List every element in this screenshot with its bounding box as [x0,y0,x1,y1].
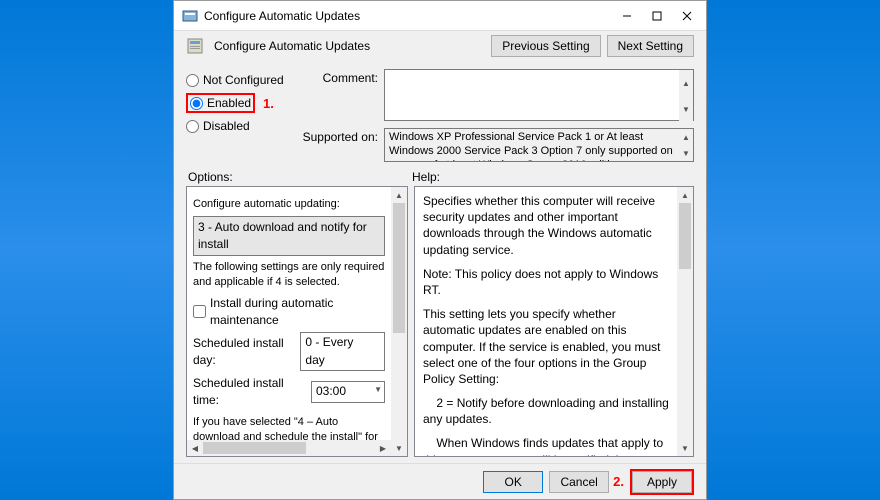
install-time-value: 03:00 [316,384,346,398]
minimize-button[interactable] [612,2,642,30]
chevron-up-icon[interactable]: ▲ [679,70,693,97]
cancel-button[interactable]: Cancel [549,471,609,493]
update-mode-select[interactable]: 3 - Auto download and notify for install [193,216,385,256]
chevron-down-icon[interactable]: ▼ [679,145,693,161]
options-hscroll[interactable]: ◀ ▶ [187,440,391,456]
install-day-row: Scheduled install day: 0 - Every day [193,332,385,371]
chevron-down-icon: ▼ [374,384,382,395]
radio-enabled-row: Enabled 1. [186,93,294,113]
annotation-1-label: 1. [263,96,274,111]
install-time-select[interactable]: 03:00 ▼ [311,381,385,402]
policy-title: Configure Automatic Updates [214,39,485,53]
gpedit-policy-window: Configure Automatic Updates Configure Au… [173,0,707,500]
install-maintenance-input[interactable] [193,305,206,318]
scroll-thumb[interactable] [679,203,691,269]
dialog-footer: OK Cancel 2. Apply [174,463,706,499]
maximize-button[interactable] [642,2,672,30]
radio-enabled-input[interactable] [190,97,203,110]
radio-disabled[interactable]: Disabled [186,119,294,133]
help-p3: This setting lets you specify whether au… [423,306,669,387]
chevron-down-icon[interactable]: ▼ [391,440,407,456]
previous-setting-button[interactable]: Previous Setting [491,35,600,57]
radio-not-configured[interactable]: Not Configured [186,73,294,87]
chevron-up-icon[interactable]: ▲ [677,187,693,203]
chevron-down-icon[interactable]: ▼ [679,97,693,124]
upper-area: Not Configured Enabled 1. Disabled Comme… [174,61,706,166]
annotation-2-label: 2. [613,474,624,489]
chevron-right-icon[interactable]: ▶ [375,440,391,456]
upper-right: Comment: ▲ ▼ Supported on: Windows XP Pr… [300,69,694,162]
options-pane: Configure automatic updating: 3 - Auto d… [186,186,408,457]
chevron-up-icon[interactable]: ▲ [391,187,407,203]
options-note: The following settings are only required… [193,260,385,291]
install-time-label: Scheduled install time: [193,375,307,409]
radio-label: Not Configured [203,73,284,87]
options-paragraph: If you have selected "4 – Auto download … [193,415,385,440]
supported-label: Supported on: [300,128,378,144]
scroll-thumb[interactable] [203,442,306,454]
comment-row: Comment: ▲ ▼ [300,69,694,124]
titlebar: Configure Automatic Updates [174,1,706,31]
state-radio-group: Not Configured Enabled 1. Disabled [186,69,294,162]
options-content: Configure automatic updating: 3 - Auto d… [187,187,391,440]
comment-scroll[interactable]: ▲ ▼ [679,70,693,123]
radio-not-configured-input[interactable] [186,74,199,87]
radio-disabled-input[interactable] [186,120,199,133]
help-p2: Note: This policy does not apply to Wind… [423,266,669,298]
help-label: Help: [412,170,440,184]
chevron-down-icon[interactable]: ▼ [677,440,693,456]
install-maintenance-label: Install during automatic maintenance [210,295,385,329]
install-time-row: Scheduled install time: 03:00 ▼ [193,375,385,409]
help-p5: When Windows finds updates that apply to… [423,435,669,456]
radio-label: Enabled [207,96,251,110]
close-button[interactable] [672,2,702,30]
comment-label: Comment: [300,69,378,85]
install-maintenance-checkbox[interactable]: Install during automatic maintenance [193,295,385,329]
apply-button[interactable]: Apply [632,471,692,493]
install-day-select[interactable]: 0 - Every day [300,332,385,371]
help-content: Specifies whether this computer will rec… [415,187,677,456]
annotation-box-2: Apply [630,469,694,495]
section-labels: Options: Help: [174,166,706,186]
install-day-value: 0 - Every day [305,335,353,366]
annotation-box-1: Enabled [186,93,255,113]
comment-input[interactable] [384,69,694,121]
radio-enabled[interactable]: Enabled [190,96,251,110]
ok-button[interactable]: OK [483,471,543,493]
toolbar: Configure Automatic Updates Previous Set… [174,31,706,61]
options-vscroll[interactable]: ▲ ▼ [391,187,407,456]
chevron-left-icon[interactable]: ◀ [187,440,203,456]
help-p1: Specifies whether this computer will rec… [423,193,669,258]
options-label: Options: [188,170,412,184]
panes: Configure automatic updating: 3 - Auto d… [174,186,706,463]
update-mode-value: 3 - Auto download and notify for install [198,219,380,253]
policy-icon [186,37,204,55]
supported-text: Windows XP Professional Service Pack 1 o… [384,128,694,162]
supported-scroll[interactable]: ▲ ▼ [679,129,693,161]
next-setting-button[interactable]: Next Setting [607,35,694,57]
window-title: Configure Automatic Updates [204,9,612,23]
help-p4: 2 = Notify before downloading and instal… [423,395,669,427]
help-pane: Specifies whether this computer will rec… [414,186,694,457]
install-day-label: Scheduled install day: [193,335,296,369]
help-vscroll[interactable]: ▲ ▼ [677,187,693,456]
scroll-thumb[interactable] [393,203,405,333]
app-icon [182,8,198,24]
radio-label: Disabled [203,119,250,133]
chevron-up-icon[interactable]: ▲ [679,129,693,145]
supported-row: Supported on: Windows XP Professional Se… [300,128,694,162]
options-heading: Configure automatic updating: [193,197,385,212]
